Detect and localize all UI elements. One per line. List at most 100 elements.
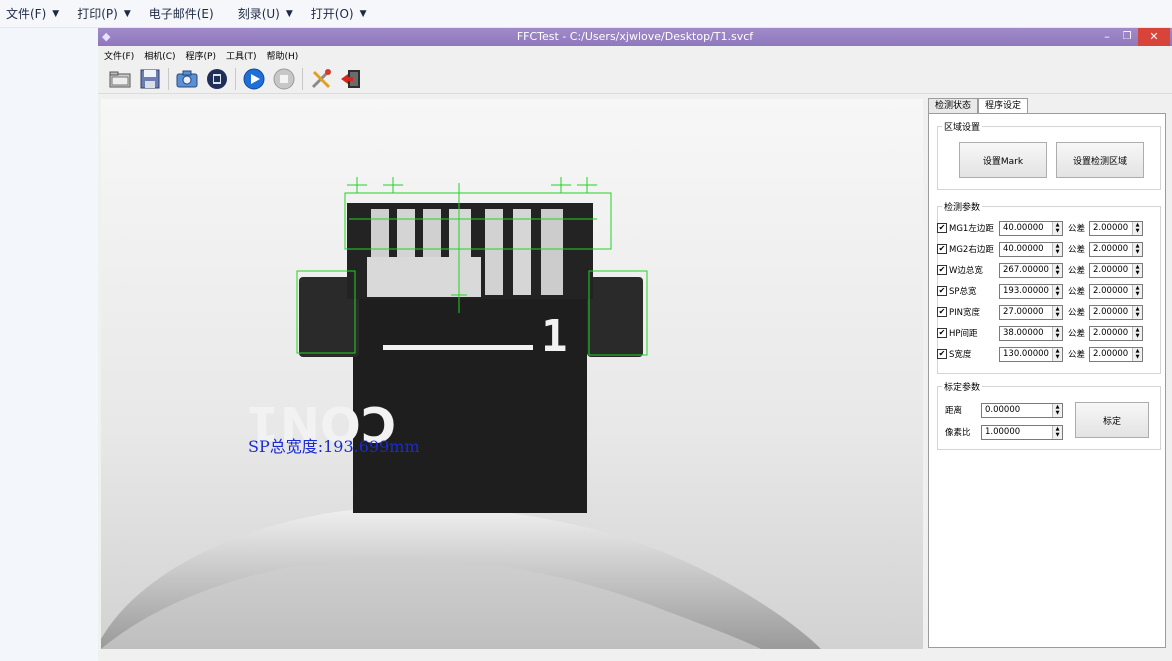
param-row: ✔ W边总宽 267.00000 ▲ ▼ 公差 2.00000 ▲ ▼ bbox=[937, 262, 1144, 278]
spin-arrows-icon[interactable]: ▲ ▼ bbox=[1052, 221, 1062, 235]
restore-button[interactable]: ❐ bbox=[1118, 28, 1136, 46]
spin-arrows-icon[interactable]: ▲ ▼ bbox=[1052, 403, 1062, 417]
param-value: 193.00000 bbox=[1003, 285, 1049, 296]
param-value-input[interactable]: 267.00000 ▲ ▼ bbox=[999, 262, 1063, 278]
param-row: ✔ S宽度 130.00000 ▲ ▼ 公差 2.00000 ▲ ▼ bbox=[937, 346, 1144, 362]
tolerance-input[interactable]: 2.00000 ▲ ▼ bbox=[1089, 241, 1144, 257]
host-menu-email[interactable]: 电子邮件(E) bbox=[143, 0, 232, 28]
title-bar[interactable]: ◆ FFCTest - C:/Users/xjwlove/Desktop/T1.… bbox=[98, 28, 1172, 46]
camera-viewer[interactable]: 1 CON1 SP总宽度:193.699mm bbox=[101, 99, 923, 649]
tolerance-input[interactable]: 2.00000 ▲ ▼ bbox=[1089, 325, 1144, 341]
spin-arrows-icon[interactable]: ▲ ▼ bbox=[1132, 326, 1143, 340]
pin bbox=[485, 209, 503, 295]
param-label: HP间距 bbox=[949, 329, 978, 339]
param-value-input[interactable]: 40.00000 ▲ ▼ bbox=[999, 241, 1063, 257]
spin-arrows-icon[interactable]: ▲ ▼ bbox=[1132, 221, 1143, 235]
spin-arrows-icon[interactable]: ▲ ▼ bbox=[1132, 347, 1143, 361]
param-value: 40.00000 bbox=[1003, 243, 1044, 254]
host-menu-print[interactable]: 打印(P) ▼ bbox=[71, 0, 143, 28]
toolbar-separator bbox=[302, 67, 303, 90]
tolerance-value: 2.00000 bbox=[1093, 243, 1129, 254]
ratio-value: 1.00000 bbox=[985, 426, 1021, 437]
spin-arrows-icon[interactable]: ▲ ▼ bbox=[1052, 305, 1062, 319]
spin-arrows-icon[interactable]: ▲ ▼ bbox=[1132, 305, 1143, 319]
host-menu-open[interactable]: 打开(O) ▼ bbox=[305, 0, 379, 28]
close-button[interactable]: ✕ bbox=[1138, 28, 1170, 46]
ffc-cable bbox=[353, 267, 587, 513]
spin-arrows-icon[interactable]: ▲ ▼ bbox=[1132, 284, 1143, 298]
param-checkbox[interactable]: ✔ bbox=[937, 265, 947, 275]
host-menu-file-label: 文件(F) bbox=[6, 7, 47, 21]
spin-arrows-icon[interactable]: ▲ ▼ bbox=[1052, 326, 1062, 340]
set-region-button[interactable]: 设置检测区域 bbox=[1056, 142, 1144, 178]
tolerance-input[interactable]: 2.00000 ▲ ▼ bbox=[1089, 220, 1144, 236]
param-value-input[interactable]: 38.00000 ▲ ▼ bbox=[999, 325, 1063, 341]
spin-arrows-icon[interactable]: ▲ ▼ bbox=[1052, 425, 1062, 439]
spin-arrows-icon[interactable]: ▲ ▼ bbox=[1052, 284, 1062, 298]
save-icon[interactable] bbox=[138, 67, 162, 91]
chevron-down-icon: ▼ bbox=[359, 8, 367, 19]
set-mark-button[interactable]: 设置Mark bbox=[959, 142, 1047, 178]
param-checkbox[interactable]: ✔ bbox=[937, 328, 947, 338]
spin-arrows-icon[interactable]: ▲ ▼ bbox=[1052, 263, 1062, 277]
ratio-input[interactable]: 1.00000 ▲ ▼ bbox=[981, 424, 1063, 440]
param-value-input[interactable]: 27.00000 ▲ ▼ bbox=[999, 304, 1063, 320]
menu-tools[interactable]: 工具(T) bbox=[226, 49, 257, 62]
tolerance-value: 2.00000 bbox=[1093, 285, 1129, 296]
pin bbox=[541, 209, 563, 295]
app-menu-bar: 文件(F) 相机(C) 程序(P) 工具(T) 帮助(H) bbox=[98, 46, 1172, 64]
tolerance-input[interactable]: 2.00000 ▲ ▼ bbox=[1089, 262, 1144, 278]
part-number-label: 1 bbox=[541, 311, 568, 362]
minimize-button[interactable]: – bbox=[1098, 28, 1116, 46]
param-value: 27.00000 bbox=[1003, 306, 1044, 317]
stop-icon[interactable] bbox=[272, 67, 296, 91]
host-left-pane bbox=[0, 28, 98, 661]
tools-icon[interactable] bbox=[309, 67, 333, 91]
param-checkbox[interactable]: ✔ bbox=[937, 223, 947, 233]
host-menu-burn-label: 刻录(U) bbox=[237, 7, 280, 21]
param-value-input[interactable]: 40.00000 ▲ ▼ bbox=[999, 220, 1063, 236]
open-folder-icon[interactable] bbox=[108, 67, 132, 91]
host-menu-bar: 文件(F) ▼ 打印(P) ▼ 电子邮件(E) 刻录(U) ▼ 打开(O) ▼ bbox=[0, 0, 1172, 28]
measurement-label: SP总宽度:193.699mm bbox=[248, 437, 420, 456]
param-value-input[interactable]: 193.00000 ▲ ▼ bbox=[999, 283, 1063, 299]
region-settings-legend: 区域设置 bbox=[944, 123, 981, 133]
exit-icon[interactable] bbox=[339, 67, 363, 91]
menu-help[interactable]: 帮助(H) bbox=[267, 49, 299, 62]
param-checkbox[interactable]: ✔ bbox=[937, 286, 947, 296]
calibrate-button[interactable]: 标定 bbox=[1075, 402, 1149, 438]
video-icon[interactable] bbox=[205, 67, 229, 91]
menu-camera[interactable]: 相机(C) bbox=[144, 49, 175, 62]
tolerance-input[interactable]: 2.00000 ▲ ▼ bbox=[1089, 283, 1144, 299]
distance-label: 距离 bbox=[945, 406, 963, 416]
ffc-right-tab bbox=[587, 277, 643, 357]
menu-file[interactable]: 文件(F) bbox=[104, 49, 134, 62]
play-icon[interactable] bbox=[242, 67, 266, 91]
tolerance-input[interactable]: 2.00000 ▲ ▼ bbox=[1089, 346, 1144, 362]
distance-input[interactable]: 0.00000 ▲ ▼ bbox=[981, 402, 1063, 418]
menu-program[interactable]: 程序(P) bbox=[186, 49, 216, 62]
chevron-down-icon: ▼ bbox=[123, 8, 131, 19]
param-row: ✔ PIN宽度 27.00000 ▲ ▼ 公差 2.00000 ▲ ▼ bbox=[937, 304, 1144, 320]
param-label: MG2右边距 bbox=[949, 245, 994, 255]
ratio-label: 像素比 bbox=[945, 428, 971, 438]
param-checkbox[interactable]: ✔ bbox=[937, 349, 947, 359]
tab-program-settings[interactable]: 程序设定 bbox=[978, 98, 1029, 114]
spin-arrows-icon[interactable]: ▲ ▼ bbox=[1052, 347, 1062, 361]
host-menu-burn[interactable]: 刻录(U) ▼ bbox=[232, 0, 305, 28]
spin-arrows-icon[interactable]: ▲ ▼ bbox=[1052, 242, 1062, 256]
tab-status[interactable]: 检测状态 bbox=[928, 98, 979, 114]
distance-value: 0.00000 bbox=[985, 404, 1021, 415]
camera-icon[interactable] bbox=[175, 67, 199, 91]
tolerance-input[interactable]: 2.00000 ▲ ▼ bbox=[1089, 304, 1144, 320]
param-value-input[interactable]: 130.00000 ▲ ▼ bbox=[999, 346, 1063, 362]
param-checkbox[interactable]: ✔ bbox=[937, 244, 947, 254]
param-value: 40.00000 bbox=[1003, 222, 1044, 233]
spin-arrows-icon[interactable]: ▲ ▼ bbox=[1132, 263, 1143, 277]
host-menu-file[interactable]: 文件(F) ▼ bbox=[0, 0, 71, 28]
tolerance-value: 2.00000 bbox=[1093, 327, 1129, 338]
spin-arrows-icon[interactable]: ▲ ▼ bbox=[1132, 242, 1143, 256]
pin bbox=[513, 209, 531, 295]
param-checkbox[interactable]: ✔ bbox=[937, 307, 947, 317]
calib-params-legend: 标定参数 bbox=[944, 383, 981, 393]
